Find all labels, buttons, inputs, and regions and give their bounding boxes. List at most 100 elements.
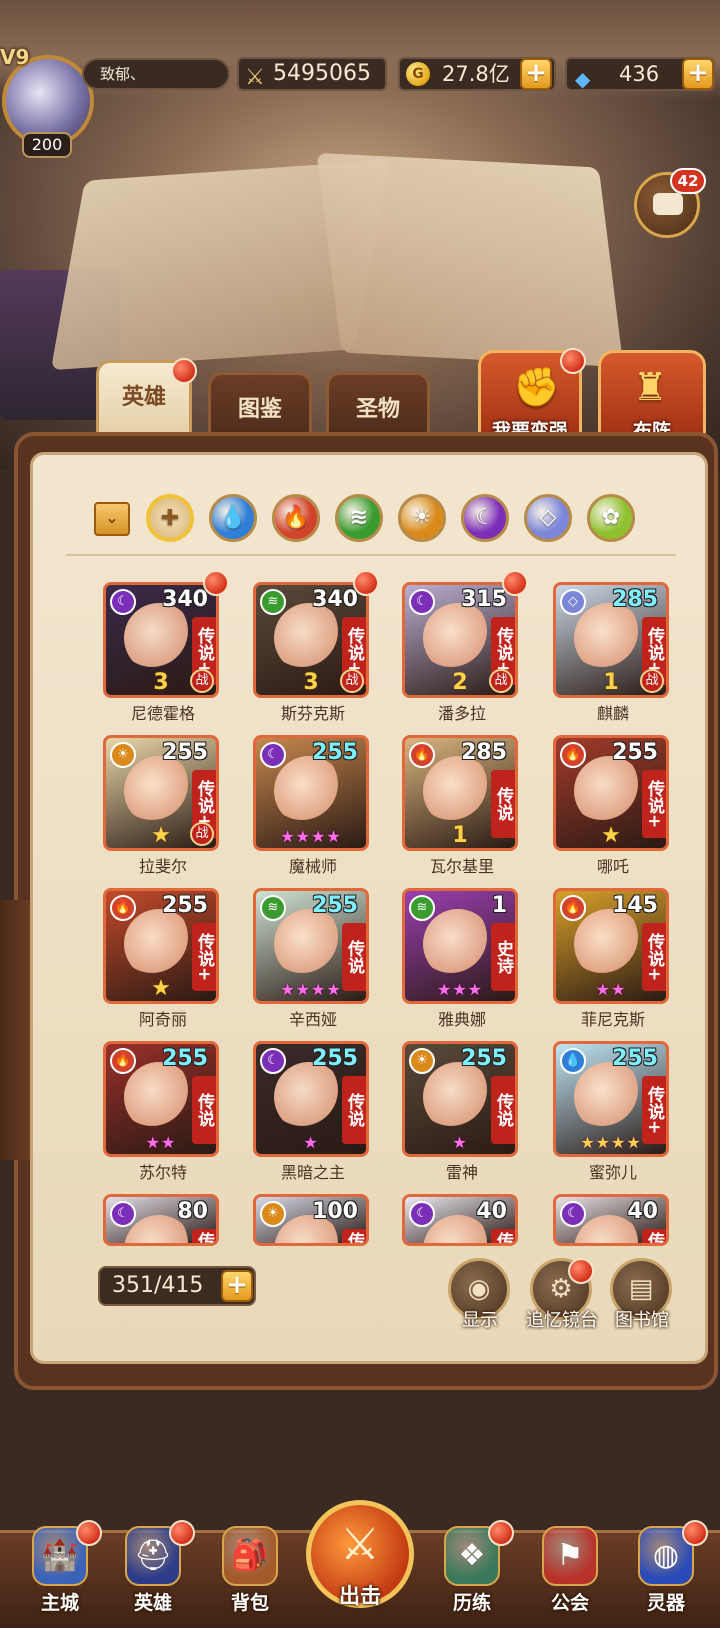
diamond-icon: ◆ bbox=[575, 67, 591, 91]
hero-rarity-tag: 传 bbox=[642, 1229, 666, 1243]
hero-face bbox=[274, 1062, 344, 1132]
hero-portrait: 🔥 145 传说+ ★★ bbox=[553, 888, 669, 1004]
backpack-icon: 🎒 bbox=[222, 1526, 278, 1586]
hero-level: 80 bbox=[177, 1199, 208, 1224]
battle-badge: 战 bbox=[340, 669, 364, 693]
hero-name: 瓦尔基里 bbox=[429, 857, 494, 876]
fire-element-icon: 🔥 bbox=[560, 895, 586, 921]
filter-water-button[interactable]: 💧 bbox=[209, 494, 257, 542]
wind-element-icon: ≋ bbox=[260, 589, 286, 615]
filter-light-button[interactable]: ☀ bbox=[398, 494, 446, 542]
hero-level: 255 bbox=[612, 1046, 658, 1071]
hero-face bbox=[274, 756, 344, 826]
filter-wind-button[interactable]: ≋ bbox=[335, 494, 383, 542]
nav-training-label: 历练 bbox=[452, 1592, 491, 1614]
hero-awaken-badge: 1 bbox=[452, 823, 468, 848]
hero-red-dot bbox=[353, 570, 379, 596]
hero-level: 100 bbox=[312, 1199, 358, 1224]
hero-name: 阿奇丽 bbox=[138, 1010, 187, 1029]
hero-name: 魔械师 bbox=[288, 857, 337, 876]
filter-nature-button[interactable]: ✿ bbox=[587, 494, 635, 542]
player-name[interactable]: 致郁、 bbox=[82, 58, 230, 90]
hero-portrait: 🔥 285 传说 1 bbox=[402, 735, 518, 851]
combat-power: ⚔ 5495065 bbox=[237, 57, 387, 91]
hero-name: 拉斐尔 bbox=[138, 857, 187, 876]
hero-name: 菲尼克斯 bbox=[580, 1010, 645, 1029]
chess-pieces-icon: ♜ bbox=[633, 365, 668, 409]
nav-heroes-button[interactable]: ⛑ 英雄 bbox=[113, 1518, 195, 1622]
hero-face bbox=[574, 603, 644, 673]
dark-element-icon: ☾ bbox=[260, 1048, 286, 1074]
hero-face bbox=[423, 1062, 493, 1132]
hero-face bbox=[574, 909, 644, 979]
hero-portrait: ☀ 255 传说 ★ bbox=[402, 1041, 518, 1157]
hero-star-rating: ★★★★ bbox=[280, 827, 342, 846]
hero-face bbox=[423, 603, 493, 673]
gold-value: 27.8亿 bbox=[442, 62, 510, 86]
nav-guild-label: 公会 bbox=[550, 1592, 589, 1614]
nav-main-city-button[interactable]: 🏰 主城 bbox=[20, 1518, 102, 1622]
hero-name: 斯芬克斯 bbox=[280, 704, 345, 723]
battle-badge: 战 bbox=[190, 669, 214, 693]
hero-portrait: 🔥 255 传说 ★★ bbox=[103, 1041, 219, 1157]
hero-face bbox=[423, 756, 493, 826]
hero-face bbox=[574, 1062, 644, 1132]
nature-element-icon: ✿ bbox=[601, 505, 621, 530]
hero-portrait: ☾ 340 传说+ 3 战 bbox=[103, 582, 219, 698]
hero-portrait: ◇ 285 传说+ 1 战 bbox=[553, 582, 669, 698]
light-element-icon: ☀ bbox=[260, 1201, 286, 1227]
hero-rarity-tag: 传 bbox=[342, 1229, 366, 1243]
hero-name: 辛西娅 bbox=[288, 1010, 337, 1029]
filter-all-button[interactable]: ✚ bbox=[146, 494, 194, 542]
tab-heroes-red-dot bbox=[171, 358, 197, 384]
dark-element-icon: ☾ bbox=[560, 1201, 586, 1227]
hero-rarity-tag: 传 bbox=[491, 1229, 515, 1243]
dark-element-icon: ☾ bbox=[409, 589, 435, 615]
hero-star-rating: ★ bbox=[452, 1133, 468, 1152]
water-element-icon: 💧 bbox=[560, 1048, 586, 1074]
player-level: 200 bbox=[22, 132, 72, 158]
hero-red-dot bbox=[203, 570, 229, 596]
hero-level: 255 bbox=[312, 893, 358, 918]
nav-training-button[interactable]: ❖ 历练 bbox=[432, 1518, 514, 1622]
dark-element-icon: ☾ bbox=[475, 505, 495, 530]
guild-icon: ⚑ bbox=[542, 1526, 598, 1586]
sort-dropdown-button[interactable]: ⌄ bbox=[94, 502, 130, 536]
wind-element-icon: ≋ bbox=[260, 895, 286, 921]
hero-name: 苏尔特 bbox=[138, 1163, 187, 1182]
hero-star-rating: ★★ bbox=[595, 980, 627, 999]
nav-training-red-dot bbox=[488, 1520, 514, 1546]
nav-backpack-button[interactable]: 🎒 背包 bbox=[210, 1518, 290, 1622]
hero-face bbox=[124, 603, 194, 673]
nav-guild-button[interactable]: ⚑ 公会 bbox=[530, 1518, 610, 1622]
fire-element-icon: 🔥 bbox=[110, 1048, 136, 1074]
hero-star-rating: ★★★★ bbox=[280, 980, 342, 999]
filter-void-button[interactable]: ◇ bbox=[524, 494, 572, 542]
hero-star-rating: ★ bbox=[601, 823, 621, 848]
light-element-icon: ☀ bbox=[409, 1048, 435, 1074]
nav-artifact-button[interactable]: ◍ 灵器 bbox=[626, 1518, 708, 1622]
hero-portrait: 🔥 255 传说+ ★ bbox=[553, 735, 669, 851]
add-gems-button[interactable]: + bbox=[682, 58, 714, 90]
dark-element-icon: ☾ bbox=[110, 1201, 136, 1227]
void-element-icon: ◇ bbox=[560, 589, 586, 615]
light-element-icon: ☀ bbox=[110, 742, 136, 768]
gold-coin-icon: G bbox=[406, 62, 430, 86]
add-gold-button[interactable]: + bbox=[520, 58, 552, 90]
expand-hero-slots-button[interactable]: + bbox=[221, 1270, 253, 1302]
hero-level: 40 bbox=[476, 1199, 507, 1224]
filter-fire-button[interactable]: 🔥 bbox=[272, 494, 320, 542]
hero-name: 蜜弥儿 bbox=[588, 1163, 637, 1182]
battle-badge: 战 bbox=[640, 669, 664, 693]
book-icon: ▤ bbox=[628, 1274, 654, 1304]
hero-portrait: ☾ 255 ★★★★ bbox=[253, 735, 369, 851]
nav-main-city-red-dot bbox=[76, 1520, 102, 1546]
hero-name: 尼德霍格 bbox=[130, 704, 195, 723]
tab-heroes-label: 英雄 bbox=[121, 385, 166, 410]
hero-star-rating: ★ bbox=[303, 1133, 319, 1152]
filter-dark-button[interactable]: ☾ bbox=[461, 494, 509, 542]
water-element-icon: 💧 bbox=[219, 505, 247, 530]
hero-portrait: 💧 255 传说+ ★★★★ bbox=[553, 1041, 669, 1157]
eye-icon: ◉ bbox=[467, 1274, 491, 1304]
dark-element-icon: ☾ bbox=[409, 1201, 435, 1227]
